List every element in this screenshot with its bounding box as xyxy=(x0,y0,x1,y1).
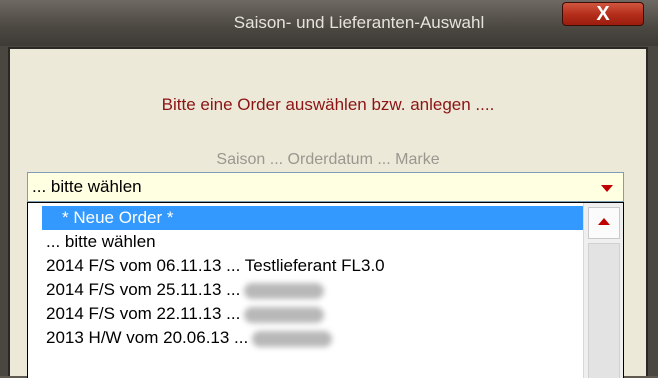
redacted-text xyxy=(252,330,333,347)
list-item[interactable]: 2014 F/S vom 25.11.13 ... xyxy=(28,278,585,302)
window-title: Saison- und Lieferanten-Auswahl xyxy=(233,13,485,32)
list-item-label: 2014 F/S vom 22.11.13 ... xyxy=(46,304,241,323)
dropdown-arrow-icon[interactable] xyxy=(601,185,613,192)
list-item[interactable]: 2013 H/W vom 20.06.13 ... xyxy=(28,326,585,350)
scroll-up-icon[interactable] xyxy=(588,207,620,239)
scrollbar[interactable] xyxy=(583,203,623,378)
dialog-window: Saison- und Lieferanten-Auswahl X Bitte … xyxy=(0,0,658,378)
prompt-text: Bitte eine Order auswählen bzw. anlegen … xyxy=(161,95,495,114)
title-bar[interactable]: Saison- und Lieferanten-Auswahl X xyxy=(0,0,658,46)
list-item-label: 2013 H/W vom 20.06.13 ... xyxy=(46,328,249,347)
dropdown-list[interactable]: * Neue Order * ... bitte wählen 2014 F/S… xyxy=(27,202,624,378)
list-item[interactable]: * Neue Order * xyxy=(42,206,585,230)
redacted-text xyxy=(244,306,325,323)
close-button[interactable]: X xyxy=(562,2,644,26)
list-item[interactable]: 2014 F/S vom 22.11.13 ... xyxy=(28,302,585,326)
list-item-label: 2014 F/S vom 06.11.13 ... Testlieferant … xyxy=(46,256,385,275)
list-item[interactable]: ... bitte wählen xyxy=(28,230,585,254)
order-select[interactable]: ... bitte wählen xyxy=(27,172,624,202)
list-item[interactable]: 2014 F/S vom 06.11.13 ... Testlieferant … xyxy=(28,254,585,278)
dialog-body: Bitte eine Order auswählen bzw. anlegen … xyxy=(8,47,648,378)
scroll-thumb[interactable] xyxy=(588,243,620,378)
column-hint: Saison ... Orderdatum ... Marke xyxy=(216,151,440,168)
selected-value: ... bitte wählen xyxy=(32,177,142,196)
redacted-text xyxy=(244,282,325,299)
list-item-label: 2014 F/S vom 25.11.13 ... xyxy=(46,280,241,299)
